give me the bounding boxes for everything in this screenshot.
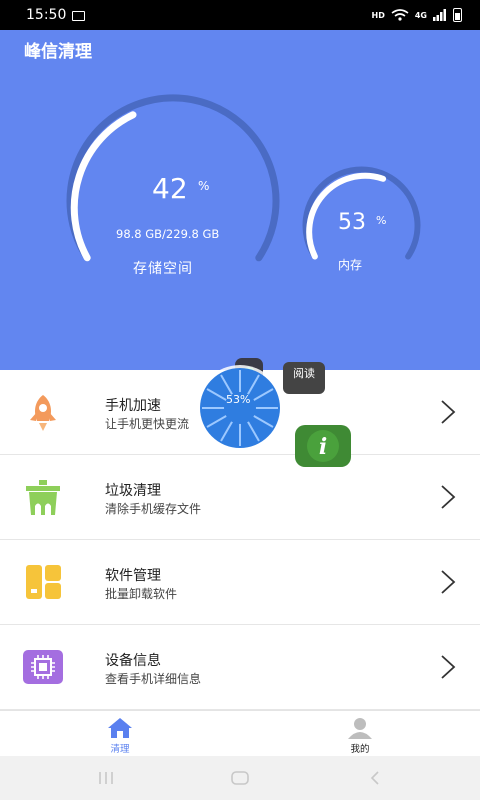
- chevron-right-icon: [441, 570, 456, 594]
- floating-boost-ball[interactable]: [196, 364, 284, 452]
- menu-title: 垃圾清理: [105, 483, 161, 499]
- menu-title: 设备信息: [105, 653, 161, 669]
- svg-text:i: i: [319, 434, 327, 460]
- status-indicators: HD 4G: [372, 8, 462, 22]
- tab-clean[interactable]: 清理: [80, 711, 160, 757]
- trash-bin-icon: [26, 480, 60, 515]
- menu-item-device-info[interactable]: 设备信息 查看手机详细信息: [0, 625, 480, 710]
- floating-ball-percent: 53%: [226, 393, 251, 406]
- home-button-icon[interactable]: [230, 770, 250, 786]
- back-icon[interactable]: [368, 770, 382, 786]
- battery-icon: [453, 8, 462, 22]
- signal-icon: [433, 9, 446, 21]
- network-indicator: 4G: [414, 10, 427, 20]
- chevron-right-icon: [441, 485, 456, 509]
- system-nav-bar: [0, 756, 480, 800]
- header-panel: 峰信清理 42 % 98.8 GB/229.8 GB 存储空间 53 % 内存: [0, 30, 480, 370]
- floating-read-app[interactable]: 阅读: [283, 362, 325, 394]
- floating-info-button[interactable]: i: [295, 425, 351, 467]
- chip-icon: [23, 650, 63, 684]
- home-icon: [108, 718, 132, 738]
- menu-subtitle: 清除手机缓存文件: [105, 502, 202, 516]
- menu-item-junk-clean[interactable]: 垃圾清理 清除手机缓存文件: [0, 455, 480, 540]
- storage-size: 98.8 GB/229.8 GB: [116, 227, 220, 241]
- memory-percent-unit: %: [376, 214, 387, 227]
- chevron-right-icon: [441, 655, 456, 679]
- tab-label: 清理: [110, 744, 130, 755]
- rocket-icon: [30, 395, 56, 431]
- chevron-right-icon: [441, 400, 456, 424]
- menu-title: 手机加速: [105, 398, 161, 414]
- status-bar: 15:50 HD 4G: [0, 0, 480, 30]
- apps-grid-icon: [26, 565, 61, 599]
- memory-label: 内存: [338, 258, 363, 272]
- status-time: 15:50: [26, 7, 67, 23]
- menu-subtitle: 查看手机详细信息: [105, 672, 202, 686]
- read-app-label: 阅读: [293, 367, 315, 380]
- info-icon: i: [307, 430, 339, 462]
- wifi-icon: [391, 9, 409, 21]
- photo-notification-icon: [72, 11, 85, 21]
- menu-subtitle: 批量卸载软件: [105, 587, 178, 601]
- storage-label: 存储空间: [133, 261, 193, 277]
- gauges: [66, 94, 421, 262]
- bottom-nav: 清理 我的: [0, 710, 480, 756]
- recent-apps-icon[interactable]: [97, 770, 115, 786]
- storage-percent-unit: %: [198, 179, 210, 193]
- tab-label: 我的: [350, 744, 370, 755]
- menu-title: 软件管理: [105, 568, 161, 584]
- memory-percent: 53: [338, 210, 366, 235]
- storage-percent: 42: [152, 172, 188, 205]
- menu-item-app-manager[interactable]: 软件管理 批量卸载软件: [0, 540, 480, 625]
- tab-mine[interactable]: 我的: [320, 711, 400, 757]
- hd-indicator: HD: [371, 10, 385, 20]
- user-icon: [348, 718, 372, 739]
- menu-subtitle: 让手机更快更流: [105, 417, 190, 431]
